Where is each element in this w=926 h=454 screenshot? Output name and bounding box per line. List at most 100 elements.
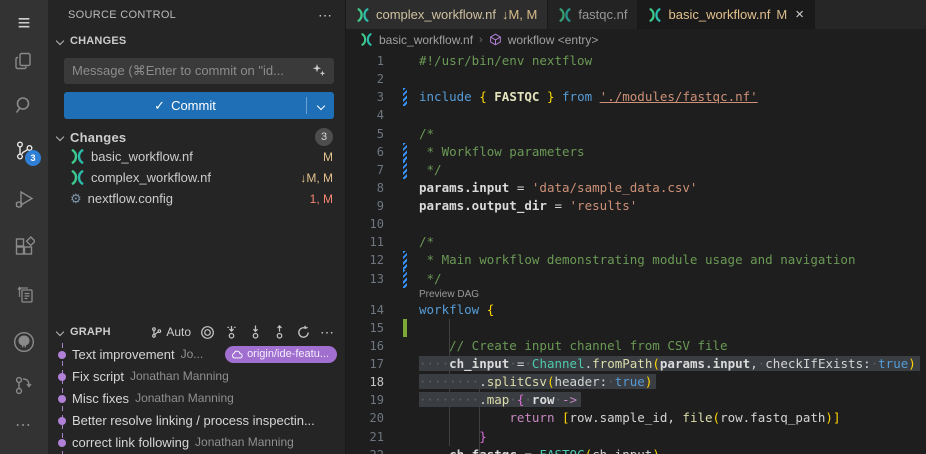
sidebar-item-search[interactable] xyxy=(0,88,48,122)
close-icon[interactable]: × xyxy=(795,7,804,22)
commit-row[interactable]: Fix script Jonathan Manning xyxy=(48,365,345,387)
commit-row[interactable]: Text improvement Jo... origin/ide-featu.… xyxy=(48,343,345,365)
commit-button[interactable]: ✓ Commit xyxy=(64,92,334,119)
git-graph-icon xyxy=(13,374,36,397)
remote-ref-label: origin/ide-featu... xyxy=(247,348,329,360)
graph-pull-button[interactable] xyxy=(248,325,263,340)
code-line-18[interactable]: 18 ········.splitCsv(header:·true) xyxy=(346,373,926,391)
code-line-3[interactable]: 3include { FASTQC } from './modules/fast… xyxy=(346,88,926,106)
code-line-21[interactable]: 21 } xyxy=(346,428,926,446)
code-line-15[interactable]: 15 xyxy=(346,319,926,337)
code-line-2[interactable]: 2 xyxy=(346,70,926,88)
code-line-16[interactable]: 16 // Create input channel from CSV file xyxy=(346,337,926,355)
code-text: // Create input channel from CSV file xyxy=(419,337,728,355)
line-number: 7 xyxy=(346,161,384,179)
sidebar-item-pull-requests[interactable] xyxy=(0,278,48,312)
tab-label: fastqc.nf xyxy=(578,7,627,22)
code-text: workflow { xyxy=(419,301,494,319)
remote-ref-badge[interactable]: origin/ide-featu... xyxy=(225,346,337,363)
code-line-6[interactable]: 6 * Workflow parameters xyxy=(346,143,926,161)
code-line-7[interactable]: 7 */ xyxy=(346,161,926,179)
commit-button-label: Commit xyxy=(171,98,216,113)
commit-title: Misc fixes xyxy=(72,391,129,406)
gutter-added-indicator xyxy=(403,319,407,337)
line-number: 11 xyxy=(346,233,384,251)
tab-fastqc[interactable]: fastqc.nf xyxy=(548,0,638,29)
code-line-13[interactable]: 13 */ xyxy=(346,270,926,288)
file-row-basic-workflow[interactable]: basic_workflow.nf M xyxy=(48,146,345,167)
file-row-nextflow-config[interactable]: ⚙ nextflow.config 1, M xyxy=(48,188,345,209)
chevron-down-icon xyxy=(56,37,64,45)
sidebar-item-explorer[interactable] xyxy=(0,44,48,78)
line-number: 18 xyxy=(346,373,384,391)
refresh-icon xyxy=(296,325,311,340)
code-line-10[interactable]: 10 xyxy=(346,215,926,233)
code-line-8[interactable]: 8params.input = 'data/sample_data.csv' xyxy=(346,179,926,197)
graph-section-header[interactable]: GRAPH Auto ⋯ xyxy=(48,321,345,343)
tab-complex-workflow[interactable]: complex_workflow.nf ↓M, M xyxy=(346,0,548,29)
activity-bar: ≡ 3 ⋯ xyxy=(0,0,48,454)
commit-dropdown-button[interactable] xyxy=(307,102,334,110)
breadcrumb-symbol[interactable]: workflow <entry> xyxy=(508,33,599,47)
more-icon: ⋯ xyxy=(15,415,33,435)
sidebar-item-extensions[interactable] xyxy=(0,230,48,264)
code-line-20[interactable]: 20 return [row.sample_id, file(row.fastq… xyxy=(346,409,926,427)
graph-refresh-button[interactable] xyxy=(296,325,311,340)
commit-message-input[interactable]: Message (⌘Enter to commit on "id... xyxy=(64,58,334,84)
graph-auto-button[interactable]: Auto xyxy=(150,325,191,339)
source-control-panel: SOURCE CONTROL ⋯ CHANGES Message (⌘Enter… xyxy=(48,0,345,454)
panel-more-button[interactable]: ⋯ xyxy=(318,7,333,24)
line-number: 12 xyxy=(346,251,384,269)
nextflow-icon xyxy=(70,149,85,164)
changes-section-header[interactable]: CHANGES xyxy=(48,30,345,52)
code-line-14[interactable]: 14workflow { xyxy=(346,301,926,319)
hamburger-icon: ≡ xyxy=(18,12,31,34)
graph-more-button[interactable]: ⋯ xyxy=(320,324,335,341)
graph-fetch-button[interactable] xyxy=(224,325,239,340)
commit-row[interactable]: Better resolve linking / process inspect… xyxy=(48,409,345,431)
code-line-1[interactable]: 1#!/usr/bin/env nextflow xyxy=(346,52,926,70)
tab-basic-workflow-active[interactable]: basic_workflow.nf M × xyxy=(638,0,815,29)
tab-label: complex_workflow.nf xyxy=(376,7,496,22)
sidebar-item-run-debug[interactable] xyxy=(0,182,48,216)
sidebar-item-github[interactable] xyxy=(0,325,48,359)
code-line-12[interactable]: 12 * Main workflow demonstrating module … xyxy=(346,251,926,269)
code-line-4[interactable]: 4 xyxy=(346,106,926,124)
commit-dot-icon xyxy=(58,417,66,425)
gear-icon: ⚙ xyxy=(70,192,82,205)
commit-title: Fix script xyxy=(72,369,124,384)
commit-author: Jo... xyxy=(181,347,204,361)
code-text: return [row.sample_id, file(row.fastq_pa… xyxy=(419,409,840,427)
code-line-22[interactable]: 22 ch_fastqc = FASTQC(ch_input) xyxy=(346,446,926,454)
menu-button[interactable]: ≡ xyxy=(0,6,48,40)
codelens-action[interactable]: Preview DAG xyxy=(346,288,926,301)
file-row-complex-workflow[interactable]: complex_workflow.nf ↓M, M xyxy=(48,167,345,188)
code-text: * Workflow parameters xyxy=(419,143,585,161)
graph-push-button[interactable] xyxy=(272,325,287,340)
code-editor[interactable]: 1#!/usr/bin/env nextflow23include { FAST… xyxy=(346,50,926,454)
file-name: basic_workflow.nf xyxy=(91,149,317,164)
git-status-badge: 1, M xyxy=(310,192,333,206)
code-line-17[interactable]: 17····ch_input·=·Channel.fromPath(params… xyxy=(346,355,926,373)
nextflow-icon xyxy=(356,8,370,22)
code-text: ········.splitCsv(header:·true) xyxy=(419,373,656,391)
code-line-9[interactable]: 9params.output_dir = 'results' xyxy=(346,197,926,215)
commit-row[interactable]: Misc fixes Jonathan Manning xyxy=(48,387,345,409)
sidebar-item-git-graph[interactable] xyxy=(0,368,48,402)
copilot-sparkle-icon[interactable] xyxy=(311,63,327,84)
commit-row[interactable]: correct link following Jonathan Manning xyxy=(48,431,345,453)
target-icon xyxy=(200,325,215,340)
sidebar-item-source-control[interactable]: 3 xyxy=(0,133,48,167)
tab-bar: complex_workflow.nf ↓M, M fastqc.nf basi… xyxy=(346,0,926,29)
line-number: 8 xyxy=(346,179,384,197)
code-line-19[interactable]: 19········.map·{·row·-> xyxy=(346,391,926,409)
code-line-5[interactable]: 5/* xyxy=(346,125,926,143)
file-name: complex_workflow.nf xyxy=(91,170,294,185)
graph-target-button[interactable] xyxy=(200,325,215,340)
gutter-modified-indicator xyxy=(403,251,407,269)
breadcrumb-file[interactable]: basic_workflow.nf xyxy=(379,33,473,47)
activity-more-button[interactable]: ⋯ xyxy=(0,408,48,442)
code-line-11[interactable]: 11/* xyxy=(346,233,926,251)
line-number: 15 xyxy=(346,319,384,337)
changes-tree-header[interactable]: Changes 3 xyxy=(48,126,345,148)
